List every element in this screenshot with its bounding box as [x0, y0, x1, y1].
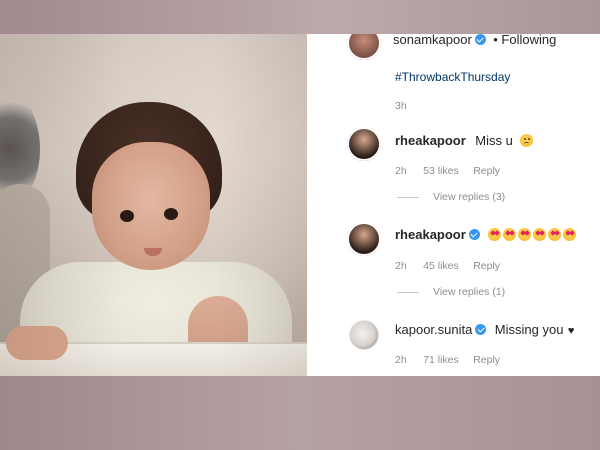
comment-row: rheakapoor	[395, 226, 578, 244]
comment-meta: 2h 45 likes Reply	[395, 256, 500, 274]
heart-eyes-icon	[503, 228, 517, 241]
background-top	[0, 0, 600, 34]
caption-time: 3h	[395, 100, 407, 112]
caption: #ThrowbackThursday	[395, 68, 510, 86]
comment-time: 2h	[395, 354, 407, 366]
post-header: sonamkapoor • Following	[393, 34, 556, 49]
verified-badge-icon	[468, 229, 480, 240]
post-photo	[0, 34, 307, 376]
heart-eyes-icon	[533, 228, 547, 241]
comment-text: Missing you	[494, 322, 564, 337]
divider	[397, 291, 419, 293]
author-username[interactable]: sonamkapoor	[393, 34, 472, 47]
heart-eyes-icon	[563, 228, 577, 241]
hashtag-link[interactable]: #ThrowbackThursday	[395, 70, 510, 84]
likes-count[interactable]: 71 likes	[423, 354, 459, 366]
comment-username[interactable]: rheakapoor	[395, 227, 466, 242]
reply-button[interactable]: Reply	[473, 354, 500, 366]
likes-count[interactable]: 53 likes	[423, 165, 459, 177]
comment-avatar[interactable]	[347, 222, 381, 256]
comment-avatar[interactable]	[349, 320, 379, 350]
reply-button[interactable]: Reply	[473, 165, 500, 177]
comment-time: 2h	[395, 165, 407, 177]
comment-username[interactable]: kapoor.sunita	[395, 322, 472, 337]
comments-panel: sonamkapoor • Following #ThrowbackThursd…	[307, 34, 600, 376]
heart-eyes-icon	[488, 228, 502, 241]
heart-icon: ♥	[567, 325, 575, 337]
comment-meta: 2h 71 likes Reply	[395, 350, 500, 368]
instagram-post: sonamkapoor • Following #ThrowbackThursd…	[0, 34, 600, 376]
view-replies-button[interactable]: View replies (1)	[397, 286, 505, 298]
divider	[397, 196, 419, 198]
comment-username[interactable]: rheakapoor	[395, 133, 466, 148]
comment-avatar[interactable]	[347, 127, 381, 161]
comment-text: Miss u	[475, 133, 513, 148]
sad-face-icon	[520, 134, 534, 147]
heart-eyes-icon	[548, 228, 562, 241]
comment-meta: 2h 53 likes Reply	[395, 161, 500, 179]
background-bottom	[0, 376, 600, 450]
author-avatar[interactable]	[347, 34, 381, 60]
follow-status[interactable]: • Following	[493, 34, 556, 47]
verified-badge-icon	[474, 34, 486, 45]
view-replies-button[interactable]: View replies (3)	[397, 191, 505, 203]
likes-count[interactable]: 45 likes	[423, 260, 459, 272]
heart-eyes-icon	[518, 228, 532, 241]
reply-button[interactable]: Reply	[473, 260, 500, 272]
comment-row: rheakapoor Miss u	[395, 132, 535, 150]
comment-time: 2h	[395, 260, 407, 272]
verified-badge-icon	[475, 324, 487, 335]
comment-row: kapoor.sunita Missing you ♥	[395, 321, 574, 339]
